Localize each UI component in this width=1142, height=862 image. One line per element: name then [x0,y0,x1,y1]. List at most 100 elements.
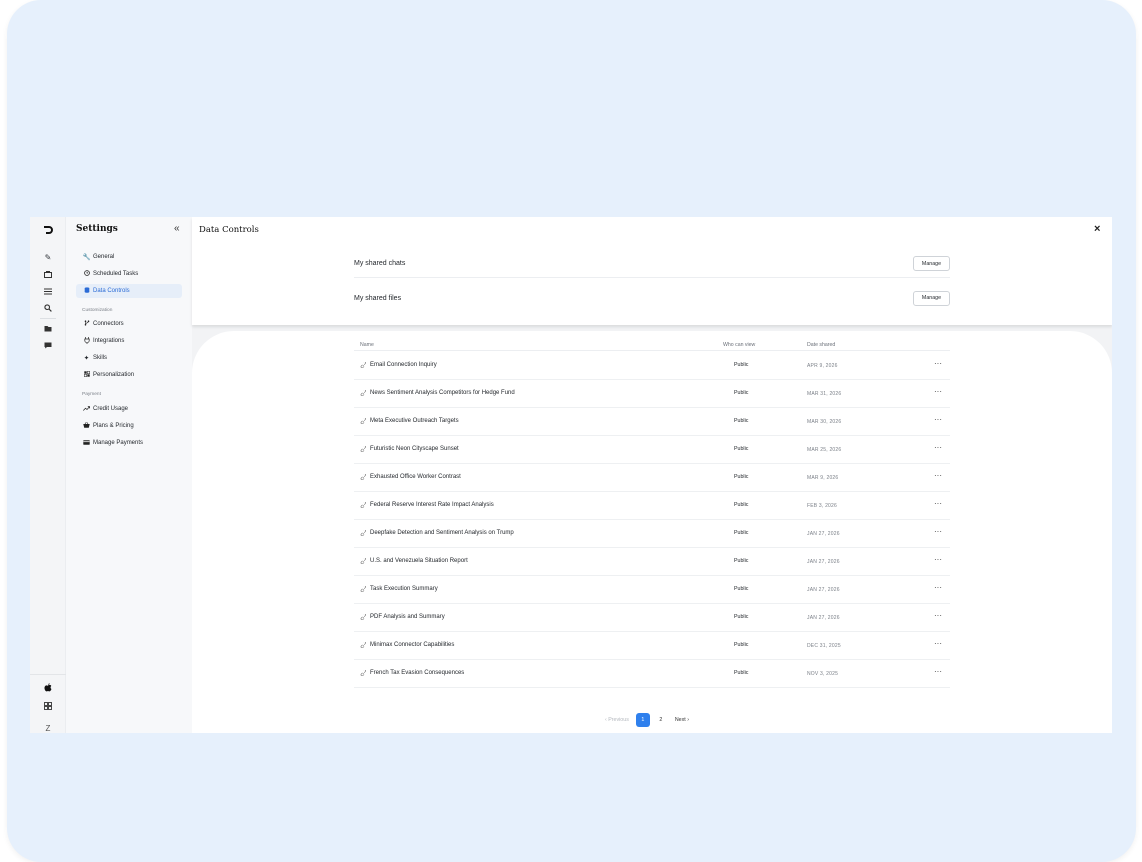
more-options-icon[interactable]: ··· [934,443,942,452]
sidebar-item-credit-usage[interactable]: Credit Usage [76,402,182,416]
next-page-button[interactable]: Next › [675,717,689,723]
folder-icon[interactable] [30,321,66,335]
sidebar-item-data-controls[interactable]: Data Controls [76,284,182,298]
sidebar-item-label: Manage Payments [93,440,144,446]
row-date-shared: MAR 25, 2026 [807,446,842,453]
edit-icon[interactable]: ✎ [30,250,66,264]
table-row[interactable]: Meta Executive Outreach Targets Public MAR… [354,408,950,436]
table-row[interactable]: Minimax Connector Capabilities Public DEC … [354,632,950,660]
row-title[interactable]: Meta Executive Outreach Targets [370,418,459,424]
row-title[interactable]: U.S. and Venezuela Situation Report [370,558,468,564]
sidebar-item-label: General [93,254,115,260]
row-date-shared: MAR 9, 2026 [807,474,839,481]
more-options-icon[interactable]: ··· [934,527,942,536]
row-visibility: Public [734,502,749,508]
more-options-icon[interactable]: ··· [934,415,942,424]
sidebar-item-scheduled-tasks[interactable]: Scheduled Tasks [76,267,182,281]
table-row[interactable]: U.S. and Venezuela Situation Report Publi… [354,548,950,576]
more-options-icon[interactable]: ··· [934,583,942,592]
sliders-icon[interactable] [30,284,66,298]
sidebar-item-connectors[interactable]: Connectors [76,317,182,331]
row-date-shared: JAN 27, 2026 [807,586,840,593]
sidebar-item-personalization[interactable]: Personalization [76,368,182,382]
more-options-icon[interactable]: ··· [934,611,942,620]
page-1-button[interactable]: 1 [635,713,650,727]
row-visibility: Public [734,474,749,480]
database-icon [82,287,91,295]
row-date-shared: JAN 27, 2026 [807,614,840,621]
more-options-icon[interactable]: ··· [934,667,942,676]
sparkle-icon: ✦ [83,355,90,362]
sidebar-item-label: Personalization [93,372,135,378]
more-options-icon[interactable]: ··· [934,471,942,480]
logo-icon[interactable] [30,223,66,237]
search-icon[interactable] [30,301,66,315]
briefcase-icon[interactable] [30,267,66,281]
more-options-icon[interactable]: ··· [934,387,942,396]
link-icon [360,613,366,622]
sidebar-item-skills[interactable]: ✦ Skills [76,351,182,365]
link-icon [360,473,366,482]
page-2-button[interactable]: 2 [654,713,668,727]
sidebar-item-integrations[interactable]: Integrations [76,334,182,348]
collapse-sidebar-icon[interactable]: « [174,223,180,234]
grid-icon[interactable] [30,699,66,713]
clock-icon [82,270,91,278]
manage-shared-chats-button[interactable]: Manage [913,256,950,271]
chat-icon[interactable] [30,338,66,352]
row-visibility: Public [734,558,749,564]
more-options-icon[interactable]: ··· [934,499,942,508]
link-icon [360,585,366,594]
sidebar-item-label: Plans & Pricing [93,423,134,429]
row-date-shared: MAR 31, 2026 [807,390,842,397]
column-header-date-shared[interactable]: Date shared [807,342,835,348]
sidebar-item-general[interactable]: 🔧 General [76,250,182,264]
row-date-shared: MAR 30, 2026 [807,418,842,425]
row-visibility: Public [734,418,749,424]
row-title[interactable]: Futuristic Neon Cityscape Sunset [370,446,459,452]
avatar[interactable]: Z [30,721,66,733]
row-date-shared: JAN 27, 2026 [807,558,840,565]
apple-icon[interactable] [30,680,66,694]
more-options-icon[interactable]: ··· [934,639,942,648]
shared-files-label: My shared files [354,294,402,302]
settings-sidebar: Settings « 🔧 General Scheduled Tasks Dat… [66,217,192,733]
table-row[interactable]: Task Execution Summary Public JAN 27, 2026… [354,576,950,604]
table-row[interactable]: Email Connection Inquiry Public APR 9, 202… [354,352,950,380]
sidebar-item-plans-pricing[interactable]: Plans & Pricing [76,419,182,433]
row-title[interactable]: PDF Analysis and Summary [370,614,445,620]
row-visibility: Public [734,390,749,396]
row-title[interactable]: Exhausted Office Worker Contrast [370,474,461,480]
row-date-shared: NOV 3, 2025 [807,670,839,677]
table-row[interactable]: News Sentiment Analysis Competitors for … [354,380,950,408]
sidebar-title: Settings [76,224,118,234]
table-row[interactable]: Futuristic Neon Cityscape Sunset Public MA… [354,436,950,464]
table-row[interactable]: Deepfake Detection and Sentiment Analysi… [354,520,950,548]
row-visibility: Public [734,446,749,452]
row-title[interactable]: Minimax Connector Capabilities [370,642,454,648]
row-title[interactable]: Deepfake Detection and Sentiment Analysi… [370,530,514,536]
table-row[interactable]: Exhausted Office Worker Contrast Public MA… [354,464,950,492]
table-row[interactable]: PDF Analysis and Summary Public JAN 27, 20… [354,604,950,632]
link-icon [360,417,366,426]
data-controls-header-card: Data Controls × My shared chats Manage M… [192,217,1112,325]
sidebar-item-manage-payments[interactable]: Manage Payments [76,436,182,450]
row-title[interactable]: French Tax Evasion Consequences [370,670,464,676]
row-title[interactable]: News Sentiment Analysis Competitors for … [370,390,515,396]
more-options-icon[interactable]: ··· [934,359,942,368]
previous-page-button[interactable]: ‹ Previous [605,717,629,723]
more-options-icon[interactable]: ··· [934,555,942,564]
table-row[interactable]: Federal Reserve Interest Rate Impact Ana… [354,492,950,520]
close-icon[interactable]: × [1094,223,1100,235]
row-title[interactable]: Task Execution Summary [370,586,438,592]
basket-icon [82,422,91,430]
wrench-icon: 🔧 [82,254,91,261]
table-row[interactable]: French Tax Evasion Consequences Public NOV… [354,660,950,688]
sidebar-item-label: Scheduled Tasks [93,271,139,277]
column-header-name[interactable]: Name [360,342,374,348]
manage-shared-files-button[interactable]: Manage [913,290,950,306]
row-title[interactable]: Federal Reserve Interest Rate Impact Ana… [370,502,494,508]
row-title[interactable]: Email Connection Inquiry [370,362,437,368]
page-title: Data Controls [199,225,259,235]
column-header-who-can-view[interactable]: Who can view [723,342,755,348]
